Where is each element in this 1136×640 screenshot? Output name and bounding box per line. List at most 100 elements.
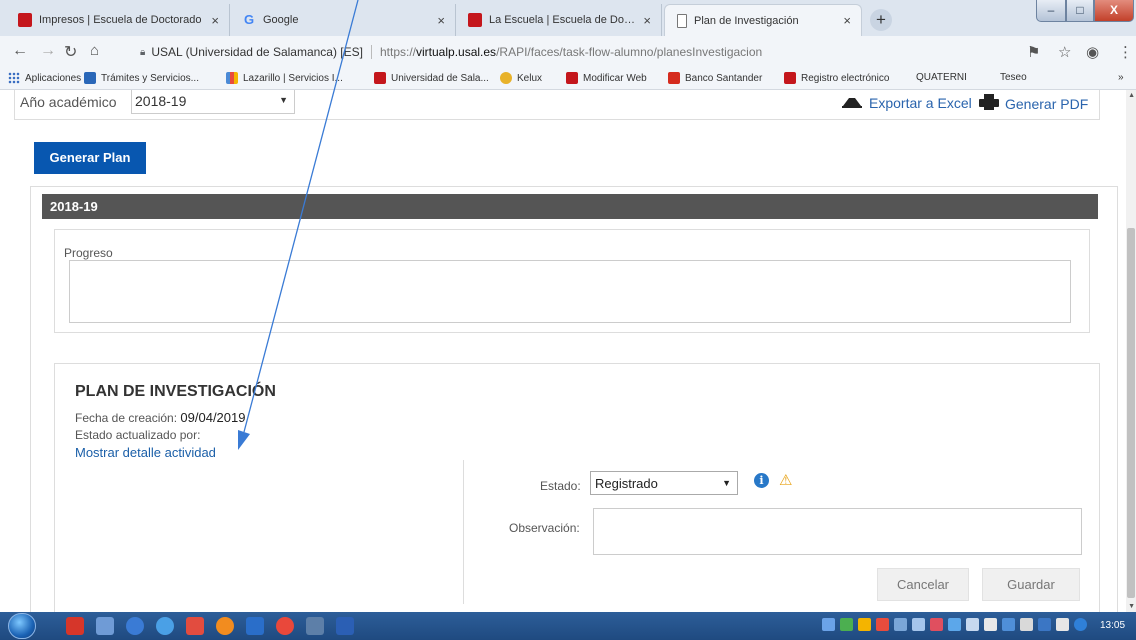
file-explorer-icon[interactable] (96, 617, 114, 635)
bookmark-tramites[interactable]: Trámites y Servicios... (84, 72, 199, 84)
warning-icon[interactable]: ⚠ (779, 471, 792, 489)
bookmark-universidad[interactable]: Universidad de Sala... (374, 72, 489, 84)
cancel-button[interactable]: Cancelar (877, 568, 969, 601)
scroll-up-icon[interactable]: ▲ (1128, 92, 1135, 99)
progress-textarea[interactable] (69, 260, 1071, 323)
forward-icon[interactable]: → (40, 42, 56, 60)
year-select-value: 2018-19 (135, 93, 187, 109)
firefox-icon[interactable] (216, 617, 234, 635)
updated-by-label: Estado actualizado por: (75, 428, 201, 442)
bookmark-quaterni[interactable]: QUATERNI (916, 72, 967, 174)
bookmarks-overflow-button[interactable]: » (1118, 72, 1124, 83)
tray-icon[interactable] (1002, 618, 1015, 631)
generate-pdf-link[interactable]: Generar PDF (979, 94, 1088, 113)
menu-icon[interactable]: ⋮ (1118, 43, 1133, 61)
bookmark-label: Banco Santander (685, 72, 763, 84)
show-activity-detail-link[interactable]: Mostrar detalle actividad (75, 445, 216, 460)
url-path: /RAPI/faces/task-flow-alumno/planesInves… (496, 45, 763, 59)
outlook-icon[interactable] (246, 617, 264, 635)
start-button[interactable] (8, 613, 36, 639)
maximize-button[interactable]: □ (1066, 0, 1094, 22)
bookmark-aplicaciones[interactable]: Aplicaciones (8, 72, 81, 84)
page-icon (677, 13, 687, 28)
tray-icon[interactable] (966, 618, 979, 631)
tray-icon[interactable] (930, 618, 943, 631)
santander-icon (668, 72, 680, 84)
close-icon[interactable]: × (843, 13, 851, 28)
close-icon[interactable]: × (211, 13, 219, 28)
tray-icon[interactable] (822, 618, 835, 631)
printer-icon (979, 94, 999, 113)
generate-plan-button[interactable]: Generar Plan (34, 142, 146, 174)
bookmark-label: Universidad de Sala... (391, 72, 489, 84)
tab-plan-investigacion[interactable]: Plan de Investigación × (664, 4, 862, 36)
bookmark-star-icon[interactable]: ☆ (1058, 43, 1071, 61)
back-icon[interactable]: ← (12, 42, 28, 60)
bookmark-santander[interactable]: Banco Santander (668, 72, 762, 84)
scrollbar-thumb[interactable] (1127, 228, 1135, 598)
save-button[interactable]: Guardar (982, 568, 1080, 601)
usal-logo-icon (566, 72, 578, 84)
home-icon[interactable]: ⌂ (90, 42, 99, 59)
observation-textarea[interactable] (593, 508, 1082, 555)
creation-date-row: Fecha de creación: 09/04/2019 (75, 410, 245, 425)
tray-icon[interactable] (876, 618, 889, 631)
bookmark-label: Aplicaciones (25, 72, 82, 84)
close-icon[interactable]: × (643, 13, 651, 28)
bookmark-label: Teseo (1000, 72, 1027, 83)
tab-google[interactable]: G Google × (232, 4, 456, 36)
bookmark-registro[interactable]: Registro electrónico (784, 72, 889, 84)
reload-icon[interactable]: ↻ (64, 42, 77, 62)
url-field[interactable]: 🔒︎ USAL (Universidad de Salamanca) [ES] … (140, 40, 1005, 64)
flag-icon[interactable] (1020, 618, 1033, 631)
profile-icon[interactable]: ◉ (1086, 43, 1099, 61)
tray-icon[interactable] (894, 618, 907, 631)
tab-label: Impresos | Escuela de Doctorado (39, 14, 202, 26)
filezilla-icon[interactable] (66, 617, 84, 635)
tray-icon[interactable] (948, 618, 961, 631)
help-icon[interactable] (1074, 618, 1087, 631)
plan-title: PLAN DE INVESTIGACIÓN (75, 383, 276, 400)
tray-icon[interactable] (840, 618, 853, 631)
window-close-button[interactable]: X (1094, 0, 1134, 22)
internet-explorer-icon[interactable] (156, 617, 174, 635)
chrome-icon[interactable] (276, 617, 294, 635)
export-excel-label: Exportar a Excel (869, 94, 972, 111)
bookmark-label: Kelux (517, 72, 543, 84)
export-excel-link[interactable]: Exportar a Excel (841, 94, 972, 111)
year-panel-header: 2018-19 (42, 194, 1098, 219)
tray-icon[interactable] (858, 618, 871, 631)
word-icon[interactable] (336, 617, 354, 635)
extension-icon[interactable]: ⚑ (1027, 43, 1040, 61)
info-icon[interactable]: i (754, 473, 769, 488)
tab-la-escuela[interactable]: La Escuela | Escuela de Doctorado × (458, 4, 662, 36)
address-bar: ← → ↻ ⌂ 🔒︎ USAL (Universidad de Salamanc… (0, 36, 1136, 68)
taskbar-clock[interactable]: 13:05 (1100, 620, 1125, 631)
bookmark-label: Modificar Web (583, 72, 647, 84)
lock-icon: 🔒︎ (140, 46, 146, 58)
tramites-icon (84, 72, 96, 84)
bookmark-lazarillo[interactable]: Lazarillo | Servicios I... (226, 72, 343, 84)
google-icon: G (243, 12, 255, 27)
tray-icon[interactable] (984, 618, 997, 631)
window-app-icon[interactable] (306, 617, 324, 635)
bookmark-modificar-web[interactable]: Modificar Web (566, 72, 647, 84)
page-scrollbar[interactable]: ▲ ▼ (1126, 90, 1136, 612)
lazarillo-icon (226, 72, 238, 84)
tray-icon[interactable] (912, 618, 925, 631)
outlook-tray-icon[interactable] (1038, 618, 1051, 631)
new-tab-button[interactable]: + (870, 9, 892, 31)
bookmark-kelux[interactable]: Kelux (500, 72, 542, 84)
browser-icon[interactable] (126, 617, 144, 635)
bookmark-teseo[interactable]: Teseo (1000, 72, 1027, 174)
status-select[interactable]: Registrado ▼ (590, 471, 738, 495)
media-player-icon[interactable] (186, 617, 204, 635)
tab-impresos[interactable]: Impresos | Escuela de Doctorado × (8, 4, 230, 36)
year-select[interactable]: 2018-19 ▼ (131, 90, 295, 114)
volume-icon[interactable] (1056, 618, 1069, 631)
close-icon[interactable]: × (437, 13, 445, 28)
windows-taskbar: 13:05 (0, 612, 1136, 640)
generate-pdf-label: Generar PDF (1005, 95, 1089, 112)
minimize-button[interactable]: – (1036, 0, 1066, 22)
scroll-down-icon[interactable]: ▼ (1128, 603, 1135, 610)
